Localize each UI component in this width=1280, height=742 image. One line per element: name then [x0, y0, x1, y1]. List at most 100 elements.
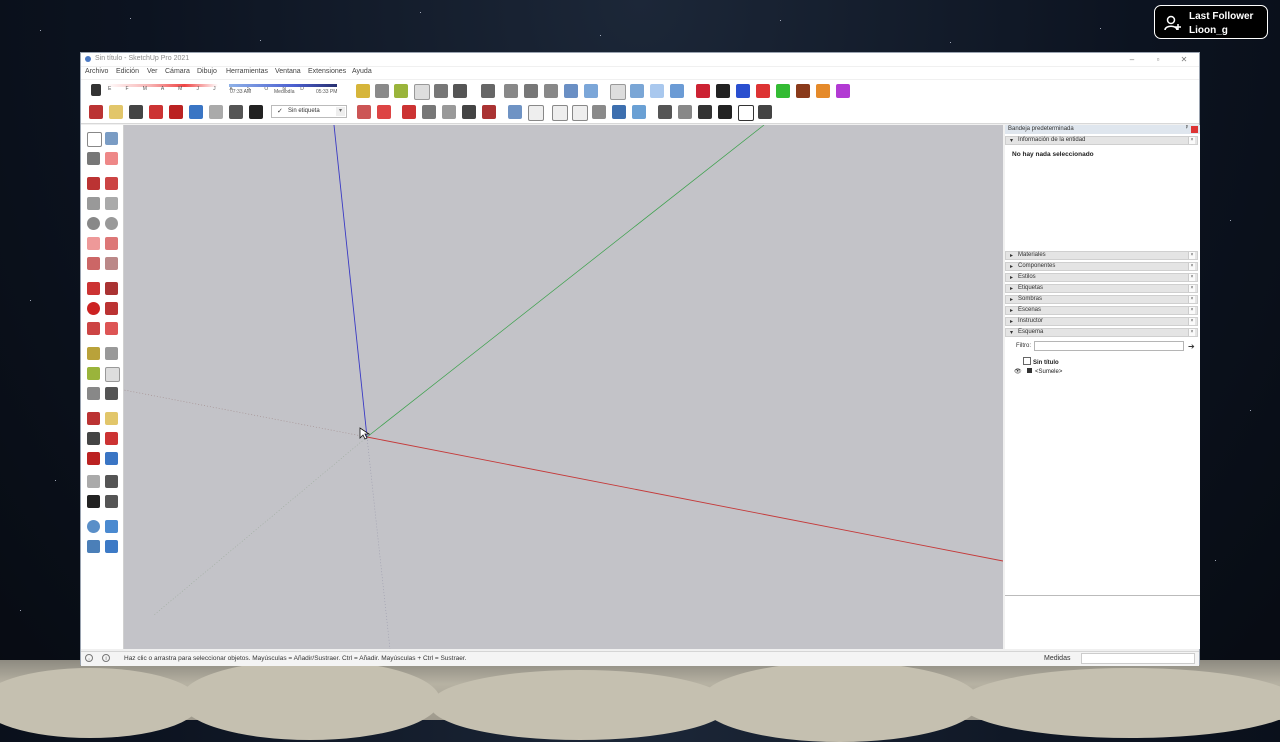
eraser-icon[interactable] [91, 84, 101, 96]
close-icon[interactable]: × [1188, 307, 1195, 314]
paint-bucket-icon[interactable] [357, 105, 371, 119]
paint-icon[interactable] [87, 152, 100, 165]
menu-ver[interactable]: Ver [147, 68, 158, 75]
orbit-icon[interactable] [89, 105, 103, 119]
sandbox-smoove-icon[interactable] [796, 84, 810, 98]
pan-tool-icon[interactable] [105, 412, 118, 425]
position-camera-icon[interactable] [696, 84, 710, 98]
text-icon[interactable] [414, 84, 430, 100]
previous-view-icon[interactable] [189, 105, 203, 119]
scale-icon[interactable] [87, 322, 100, 335]
view-top-icon[interactable] [528, 105, 544, 121]
menu-archivo[interactable]: Archivo [85, 68, 108, 75]
building-icon[interactable] [738, 105, 754, 121]
close-icon[interactable]: × [1188, 263, 1195, 270]
walk-tool-icon[interactable] [87, 495, 100, 508]
make-component-icon[interactable] [105, 132, 118, 145]
menu-ventana[interactable]: Ventana [275, 68, 301, 75]
text-tool-icon[interactable] [105, 367, 120, 382]
sandbox-stamp-icon[interactable] [816, 84, 830, 98]
close-icon[interactable]: × [1188, 318, 1195, 325]
section-cuts-icon[interactable] [105, 520, 118, 533]
warehouse-icon[interactable] [658, 105, 672, 119]
outline-item[interactable]: 👁 <Sumele> [1014, 368, 1062, 375]
panel-sombras[interactable]: ▸ Sombras × [1005, 295, 1198, 304]
section-plane-tool-icon[interactable] [105, 495, 118, 508]
zoom-window-tool-icon[interactable] [105, 432, 118, 445]
offset-icon[interactable] [105, 322, 118, 335]
three-point-arc-icon[interactable] [87, 257, 100, 270]
zoom-tool-icon[interactable] [87, 432, 100, 445]
sandbox-drape-icon[interactable] [836, 84, 850, 98]
pie-icon[interactable] [105, 257, 118, 270]
position-icon[interactable] [209, 105, 223, 119]
close-icon[interactable]: × [1188, 329, 1195, 336]
home-icon[interactable] [718, 105, 732, 119]
material-icon[interactable] [377, 105, 391, 119]
two-point-arc-icon[interactable] [105, 237, 118, 250]
panel-escenas[interactable]: ▸ Escenas × [1005, 306, 1198, 315]
back-view-icon[interactable] [584, 84, 598, 98]
maximize-button[interactable]: ▫ [1145, 53, 1171, 66]
look-around-tool-icon[interactable] [105, 475, 118, 488]
panel-etiquetas[interactable]: ▸ Etiquetas × [1005, 284, 1198, 293]
menu-herramientas[interactable]: Herramientas [226, 68, 268, 75]
tape-icon[interactable] [87, 347, 100, 360]
panel-componentes[interactable]: ▸ Componentes × [1005, 262, 1198, 271]
arrow-right-icon[interactable]: ➔ [1188, 342, 1195, 351]
hidden-line-icon[interactable] [650, 84, 664, 98]
geolocation-icon[interactable]: ᵢ [85, 654, 93, 662]
move-icon[interactable] [87, 282, 100, 295]
pin-icon[interactable]: ᵖ [1186, 125, 1188, 131]
wireframe-icon[interactable] [630, 84, 644, 98]
eye-icon[interactable]: 👁 [1014, 368, 1022, 375]
style-wireframe-icon[interactable] [442, 105, 456, 119]
view-bottom-icon[interactable] [632, 105, 646, 119]
menu-edicion[interactable]: Edición [116, 68, 139, 75]
dimension-icon[interactable] [375, 84, 389, 98]
measurements-box[interactable] [1081, 653, 1195, 664]
dimensions-icon[interactable] [105, 347, 118, 360]
shaded-icon[interactable] [670, 84, 684, 98]
menu-extensiones[interactable]: Extensiones [308, 68, 346, 75]
tray-close-icon[interactable] [1191, 126, 1198, 133]
front-view-icon[interactable] [544, 84, 558, 98]
view-back-icon[interactable] [592, 105, 606, 119]
view-right-icon[interactable] [572, 105, 588, 121]
menu-ayuda[interactable]: Ayuda [352, 68, 372, 75]
zoom-window-icon[interactable] [149, 105, 163, 119]
zoom-extents-icon[interactable] [169, 105, 183, 119]
protractor-icon[interactable] [394, 84, 408, 98]
close-icon[interactable]: × [1188, 285, 1195, 292]
view-left-icon[interactable] [612, 105, 626, 119]
arc-icon[interactable] [87, 237, 100, 250]
menu-camara[interactable]: Cámara [165, 68, 190, 75]
view-front-icon[interactable] [552, 105, 568, 121]
rotate-icon[interactable] [87, 302, 100, 315]
circle-icon[interactable] [87, 217, 100, 230]
axes-tool-icon[interactable] [87, 387, 100, 400]
info-icon[interactable]: i [102, 654, 110, 662]
pan-icon[interactable] [109, 105, 123, 119]
iso-view-icon[interactable] [504, 84, 518, 98]
walk-camera-icon[interactable] [716, 84, 730, 98]
modeling-viewport[interactable] [124, 125, 1003, 649]
style-shaded-icon[interactable] [482, 105, 496, 119]
zoom-extents-tool-icon[interactable] [87, 452, 100, 465]
walk-icon[interactable] [249, 105, 263, 119]
tag-dropdown[interactable]: ✓ Sin etiqueta ▾ [271, 105, 347, 118]
panel-materiales[interactable]: ▸ Materiales × [1005, 251, 1198, 260]
3d-text-icon[interactable] [453, 84, 467, 98]
rotated-rectangle-icon[interactable] [105, 197, 118, 210]
protractor-tool-icon[interactable] [87, 367, 100, 380]
panel-esquema[interactable]: ▾ Esquema × [1005, 328, 1198, 337]
follow-me-icon[interactable] [105, 302, 118, 315]
panel-instructor[interactable]: ▸ Instructor × [1005, 317, 1198, 326]
panel-estilos[interactable]: ▸ Estilos × [1005, 273, 1198, 282]
3d-text-tool-icon[interactable] [105, 387, 118, 400]
position-camera-tool-icon[interactable] [87, 475, 100, 488]
section-fill-icon[interactable] [87, 540, 100, 553]
section-plane-icon[interactable] [756, 84, 770, 98]
top-view-icon[interactable] [524, 84, 538, 98]
style-back-edges-icon[interactable] [422, 105, 436, 119]
